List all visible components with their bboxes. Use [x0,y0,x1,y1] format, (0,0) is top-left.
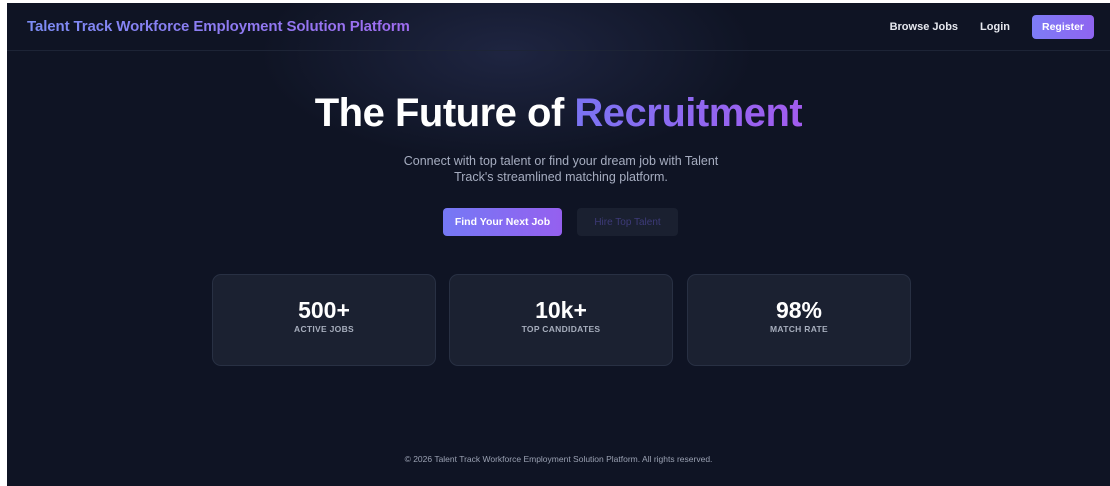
stat-value: 98% [775,297,823,323]
nav-browse-jobs-link[interactable]: Browse Jobs [890,21,958,33]
hero-title: The Future of Recruitment [7,91,1110,136]
nav-login-link[interactable]: Login [980,21,1010,33]
stat-label: MATCH RATE [770,324,828,334]
register-button[interactable]: Register [1031,14,1094,39]
stat-card-match-rate: 98% MATCH RATE [687,274,911,366]
app-window: Talent Track Workforce Employment Soluti… [7,3,1110,486]
stat-label: TOP CANDIDATES [521,324,601,334]
brand-logo-text[interactable]: Talent Track Workforce Employment Soluti… [27,18,410,35]
stat-value: 500+ [298,297,350,323]
stat-card-active-jobs: 500+ ACTIVE JOBS [212,274,436,366]
hero-title-main: The Future of [314,91,575,135]
stat-label: ACTIVE JOBS [294,324,354,334]
hero-subtitle: Connect with top talent or find your dre… [403,154,719,184]
hero-title-accent: Recruitment [574,91,803,135]
stat-value: 10k+ [535,297,587,323]
hire-top-talent-button[interactable]: Hire Top Talent [577,208,678,236]
find-next-job-button[interactable]: Find Your Next Job [443,208,562,236]
top-navbar: Talent Track Workforce Employment Soluti… [7,3,1110,51]
stat-card-top-candidates: 10k+ TOP CANDIDATES [449,274,673,366]
nav-links: Browse Jobs Login Register [890,14,1094,39]
footer-copyright: © 2026 Talent Track Workforce Employment… [404,454,713,464]
